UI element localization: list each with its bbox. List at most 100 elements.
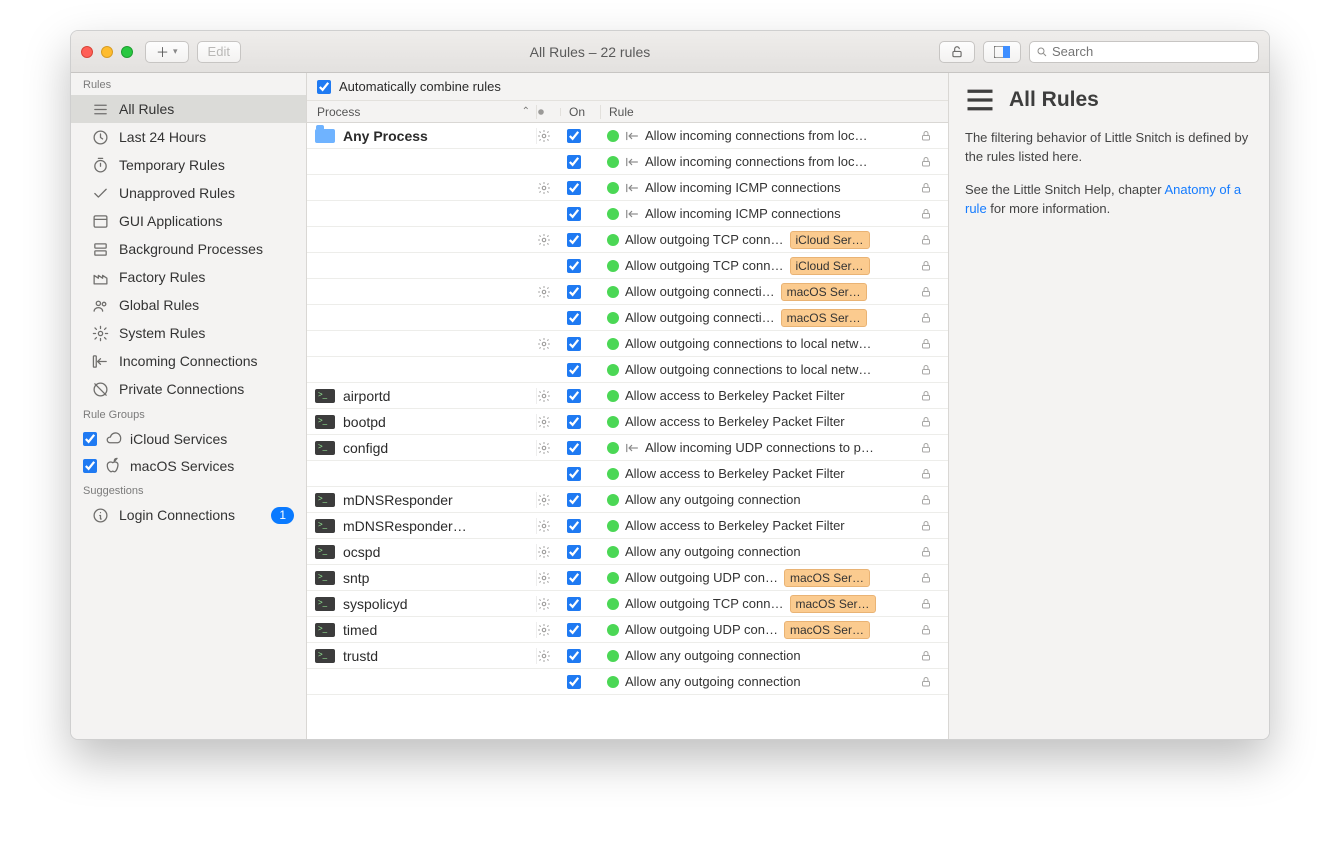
- rule-checkbox[interactable]: [567, 259, 581, 273]
- rule-row[interactable]: Allow any outgoing connection: [307, 669, 948, 695]
- process-name: ocspd: [343, 544, 380, 560]
- rule-checkbox[interactable]: [567, 675, 581, 689]
- rule-row[interactable]: Allow outgoing connecti…macOS Ser…: [307, 279, 948, 305]
- add-button[interactable]: ＋ ▾: [145, 41, 189, 63]
- rule-row[interactable]: Allow outgoing TCP conn…iCloud Ser…: [307, 253, 948, 279]
- rule-row[interactable]: Allow incoming connections from loc…: [307, 149, 948, 175]
- incoming-icon: [625, 208, 639, 220]
- rule-enable: [561, 441, 601, 455]
- rule-checkbox[interactable]: [567, 545, 581, 559]
- rule-checkbox[interactable]: [567, 285, 581, 299]
- rule-row[interactable]: Any ProcessAllow incoming connections fr…: [307, 123, 948, 149]
- rule-checkbox[interactable]: [567, 519, 581, 533]
- rule-checkbox[interactable]: [567, 207, 581, 221]
- column-on[interactable]: On: [561, 105, 601, 119]
- sidebar-item-login-connections[interactable]: Login Connections1: [71, 501, 306, 529]
- sidebar-item-global-rules[interactable]: Global Rules: [71, 291, 306, 319]
- rule-checkbox[interactable]: [567, 649, 581, 663]
- process-name: mDNSResponder: [343, 492, 453, 508]
- rule-checkbox[interactable]: [567, 623, 581, 637]
- sidebar-item-system-rules[interactable]: System Rules: [71, 319, 306, 347]
- rule-row[interactable]: Allow outgoing TCP conn…iCloud Ser…: [307, 227, 948, 253]
- rule-row[interactable]: syspolicydAllow outgoing TCP conn…macOS …: [307, 591, 948, 617]
- rule-row[interactable]: Allow outgoing connections to local netw…: [307, 331, 948, 357]
- lock-toggle-button[interactable]: [939, 41, 975, 63]
- rule-checkbox[interactable]: [567, 415, 581, 429]
- combine-rules-checkbox[interactable]: [317, 80, 331, 94]
- rule-checkbox[interactable]: [567, 337, 581, 351]
- column-rule[interactable]: Rule: [601, 105, 920, 119]
- rule-checkbox[interactable]: [567, 571, 581, 585]
- sidebar-item-last-24-hours[interactable]: Last 24 Hours: [71, 123, 306, 151]
- rule-row[interactable]: ocspdAllow any outgoing connection: [307, 539, 948, 565]
- sidebar-item-label: All Rules: [119, 101, 174, 117]
- service-tag: iCloud Ser…: [790, 257, 870, 275]
- sidebar-item-private-connections[interactable]: Private Connections: [71, 375, 306, 403]
- sidebar-item-background-processes[interactable]: Background Processes: [71, 235, 306, 263]
- rule-row[interactable]: configdAllow incoming UDP connections to…: [307, 435, 948, 461]
- status-dot-icon: [607, 364, 619, 376]
- sidebar-group-macos-services[interactable]: macOS Services: [71, 452, 306, 479]
- status-dot-icon: [607, 650, 619, 662]
- terminal-icon: [315, 415, 335, 429]
- lock-icon: [920, 181, 948, 195]
- edit-button[interactable]: Edit: [197, 41, 241, 63]
- minimize-window-button[interactable]: [101, 46, 113, 58]
- search-field[interactable]: [1029, 41, 1259, 63]
- row-gear-icon: [537, 415, 561, 429]
- rule-enable: [561, 675, 601, 689]
- terminal-icon: [315, 545, 335, 559]
- rule-checkbox[interactable]: [567, 441, 581, 455]
- rule-cell: Allow incoming connections from loc…: [601, 154, 920, 169]
- terminal-icon: [315, 597, 335, 611]
- sidebar-item-factory-rules[interactable]: Factory Rules: [71, 263, 306, 291]
- close-window-button[interactable]: [81, 46, 93, 58]
- sidebar-item-all-rules[interactable]: All Rules: [71, 95, 306, 123]
- rule-checkbox[interactable]: [567, 129, 581, 143]
- sidebar-item-label: Temporary Rules: [119, 157, 225, 173]
- incoming-icon: [91, 352, 109, 370]
- column-gear[interactable]: [537, 108, 561, 116]
- sidebar-item-gui-applications[interactable]: GUI Applications: [71, 207, 306, 235]
- rule-checkbox[interactable]: [567, 181, 581, 195]
- rule-text: Allow incoming ICMP connections: [645, 180, 841, 195]
- rule-row[interactable]: Allow incoming ICMP connections: [307, 201, 948, 227]
- row-gear-icon: [537, 181, 561, 195]
- rule-row[interactable]: Allow incoming ICMP connections: [307, 175, 948, 201]
- rule-row[interactable]: trustdAllow any outgoing connection: [307, 643, 948, 669]
- sidebar-badge: 1: [271, 507, 294, 524]
- rule-row[interactable]: mDNSResponderAllow any outgoing connecti…: [307, 487, 948, 513]
- rule-checkbox[interactable]: [567, 467, 581, 481]
- rule-row[interactable]: airportdAllow access to Berkeley Packet …: [307, 383, 948, 409]
- rule-row[interactable]: timedAllow outgoing UDP con…macOS Ser…: [307, 617, 948, 643]
- rule-text: Allow access to Berkeley Packet Filter: [625, 414, 845, 429]
- rule-checkbox[interactable]: [567, 363, 581, 377]
- sidebar-toggle-button[interactable]: [983, 41, 1021, 63]
- group-checkbox[interactable]: [83, 459, 97, 473]
- sidebar-item-unapproved-rules[interactable]: Unapproved Rules: [71, 179, 306, 207]
- rule-enable: [561, 233, 601, 247]
- sidebar-item-temporary-rules[interactable]: Temporary Rules: [71, 151, 306, 179]
- rule-enable: [561, 285, 601, 299]
- sidebar-group-icloud-services[interactable]: iCloud Services: [71, 425, 306, 452]
- rule-checkbox[interactable]: [567, 389, 581, 403]
- rule-row[interactable]: Allow outgoing connections to local netw…: [307, 357, 948, 383]
- column-process[interactable]: Process ⌃: [307, 105, 537, 119]
- rule-row[interactable]: bootpd Allow access to Berkeley Packet Fi…: [307, 409, 948, 435]
- rule-row[interactable]: sntpAllow outgoing UDP con…macOS Ser…: [307, 565, 948, 591]
- rule-checkbox[interactable]: [567, 597, 581, 611]
- search-input[interactable]: [1052, 44, 1252, 59]
- rule-row[interactable]: mDNSResponder…Allow access to Berkeley P…: [307, 513, 948, 539]
- row-gear-icon: [537, 337, 561, 351]
- rule-row[interactable]: Allow outgoing connecti…macOS Ser…: [307, 305, 948, 331]
- sidebar-item-incoming-connections[interactable]: Incoming Connections: [71, 347, 306, 375]
- process-name: bootpd: [343, 414, 386, 430]
- rule-checkbox[interactable]: [567, 311, 581, 325]
- rule-checkbox[interactable]: [567, 493, 581, 507]
- rule-checkbox[interactable]: [567, 233, 581, 247]
- lock-icon: [920, 545, 948, 559]
- rule-row[interactable]: Allow access to Berkeley Packet Filter: [307, 461, 948, 487]
- zoom-window-button[interactable]: [121, 46, 133, 58]
- rule-checkbox[interactable]: [567, 155, 581, 169]
- group-checkbox[interactable]: [83, 432, 97, 446]
